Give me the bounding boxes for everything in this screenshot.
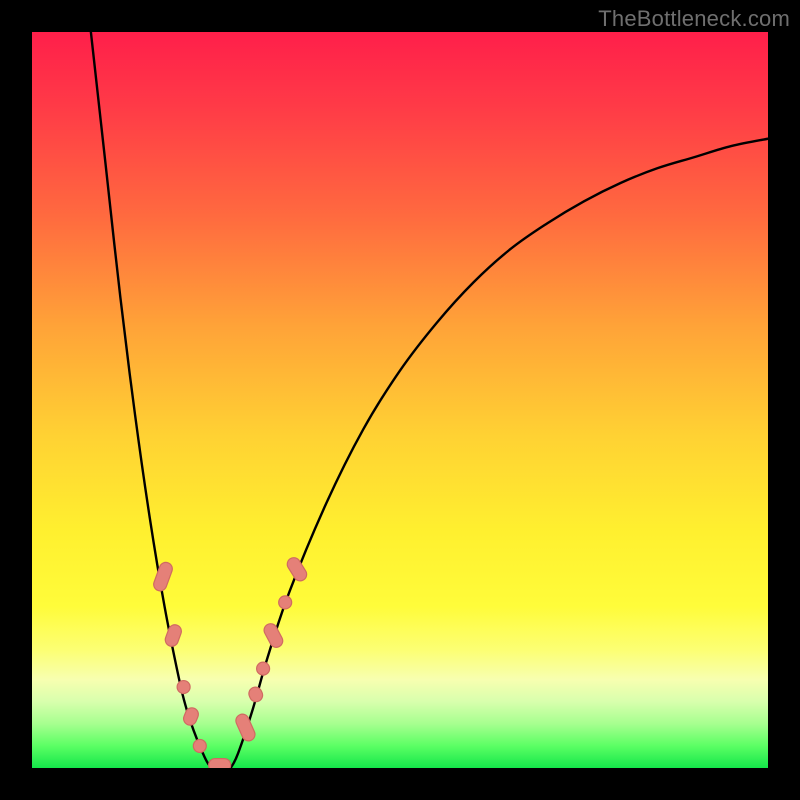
marker-dot <box>257 662 270 675</box>
marker-capsule <box>182 706 201 727</box>
curve-left-curve <box>91 32 216 768</box>
marker-capsule <box>247 685 265 704</box>
chart-frame: TheBottleneck.com <box>0 0 800 800</box>
chart-overlay <box>32 32 768 768</box>
marker-capsule <box>234 712 257 743</box>
marker-dot <box>279 596 292 609</box>
curve-right-curve <box>231 139 768 768</box>
marker-dot <box>193 739 206 752</box>
marker-dot <box>177 681 190 694</box>
marker-capsule <box>163 623 183 648</box>
marker-capsule <box>209 759 231 768</box>
watermark-text: TheBottleneck.com <box>598 6 790 32</box>
marker-capsule <box>152 561 174 593</box>
marker-capsule <box>285 555 309 583</box>
marker-capsule <box>262 621 285 649</box>
plot-area <box>32 32 768 768</box>
